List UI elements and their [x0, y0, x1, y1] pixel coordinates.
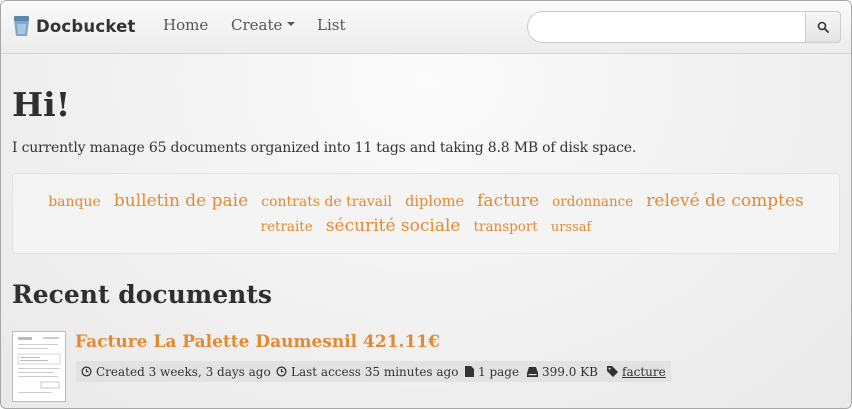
tag-link-transport[interactable]: transport [474, 219, 538, 235]
bucket-logo-icon [14, 16, 29, 36]
tag-link-bulletin-de-paie[interactable]: bulletin de paie [114, 191, 248, 211]
file-size-badge: 399.0 KB [522, 361, 603, 382]
tag-link-diplome[interactable]: diplome [405, 194, 464, 210]
nav-create-label: Create [231, 16, 283, 34]
brand-name: Docbucket [36, 16, 136, 36]
tag-link-releve-de-comptes[interactable]: relevé de comptes [646, 191, 803, 211]
tag-link-banque[interactable]: banque [48, 194, 101, 210]
hard-drive-icon [527, 366, 538, 377]
tag-link-securite-sociale[interactable]: sécurité sociale [326, 216, 461, 236]
clock-icon [276, 366, 287, 377]
page-title: Hi! [12, 85, 71, 124]
document-thumbnail[interactable] [12, 331, 66, 402]
created-text: Created 3 weeks, 3 days ago [96, 364, 271, 379]
tag-cloud: banque bulletin de paie contrats de trav… [12, 173, 840, 254]
last-access-badge: Last access 35 minutes ago [271, 361, 464, 382]
clock-icon [81, 366, 92, 377]
file-icon [465, 366, 474, 377]
file-size-text: 399.0 KB [542, 364, 598, 379]
document-title-link[interactable]: Facture La Palette Daumesnil 421.11€ [75, 332, 440, 352]
tag-link-urssaf[interactable]: urssaf [551, 220, 592, 235]
nav-home[interactable]: Home [163, 16, 208, 34]
tag-link-facture[interactable]: facture [477, 191, 539, 211]
recent-documents-heading: Recent documents [12, 280, 272, 309]
document-tag-link[interactable]: facture [622, 365, 666, 379]
page-count-badge: 1 page [460, 361, 525, 382]
tag-link-ordonnance[interactable]: ordonnance [552, 194, 633, 210]
stats-summary: I currently manage 65 documents organize… [12, 140, 637, 156]
document-preview-image [13, 332, 65, 401]
navbar: Docbucket Home Create List [1, 1, 851, 54]
app-window: Docbucket Home Create List Hi! I current… [0, 0, 852, 409]
search-button[interactable] [805, 11, 841, 43]
brand[interactable]: Docbucket [13, 13, 136, 39]
tag-link-retraite[interactable]: retraite [261, 219, 313, 235]
page-count-text: 1 page [478, 364, 520, 379]
search-icon [817, 21, 829, 33]
tag-icon [607, 366, 618, 377]
caret-down-icon [287, 22, 296, 26]
nav-create-dropdown[interactable]: Create [231, 16, 296, 34]
search-input[interactable] [527, 11, 806, 43]
document-tag-badge: facture [602, 361, 671, 382]
nav-list[interactable]: List [317, 16, 345, 34]
tag-link-contrats-de-travail[interactable]: contrats de travail [261, 194, 392, 210]
created-badge: Created 3 weeks, 3 days ago [76, 361, 276, 382]
last-access-text: Last access 35 minutes ago [291, 364, 459, 379]
